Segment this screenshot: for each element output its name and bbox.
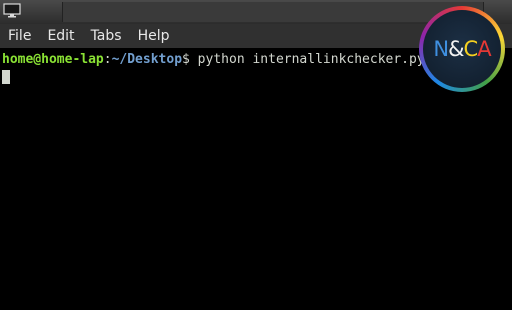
monitor-icon[interactable] (3, 3, 21, 18)
logo-letter-c: C (463, 37, 479, 61)
menu-edit[interactable]: Edit (39, 24, 82, 48)
prompt-symbol: $ (182, 52, 190, 67)
command-line: home@home-lap:~/Desktop$ python internal… (2, 52, 425, 67)
text-cursor (2, 70, 10, 84)
nca-logo-badge: N & C A (419, 6, 505, 92)
prompt-user-host: home@home-lap (2, 52, 104, 67)
nca-logo-text: N & C A (423, 10, 501, 88)
prompt-separator: : (103, 52, 112, 67)
command-text: python internallinkchecker.py (189, 52, 425, 67)
logo-letter-n: N (433, 37, 449, 61)
logo-ampersand: & (448, 37, 464, 61)
prompt-path: ~/Desktop (111, 52, 183, 67)
logo-letter-a: A (477, 37, 491, 61)
menu-help[interactable]: Help (130, 24, 178, 48)
menu-file[interactable]: File (0, 24, 39, 48)
window-title-tab[interactable] (62, 2, 484, 22)
menu-tabs[interactable]: Tabs (83, 24, 130, 48)
terminal-area[interactable]: home@home-lap:~/Desktop$ python internal… (0, 48, 512, 310)
